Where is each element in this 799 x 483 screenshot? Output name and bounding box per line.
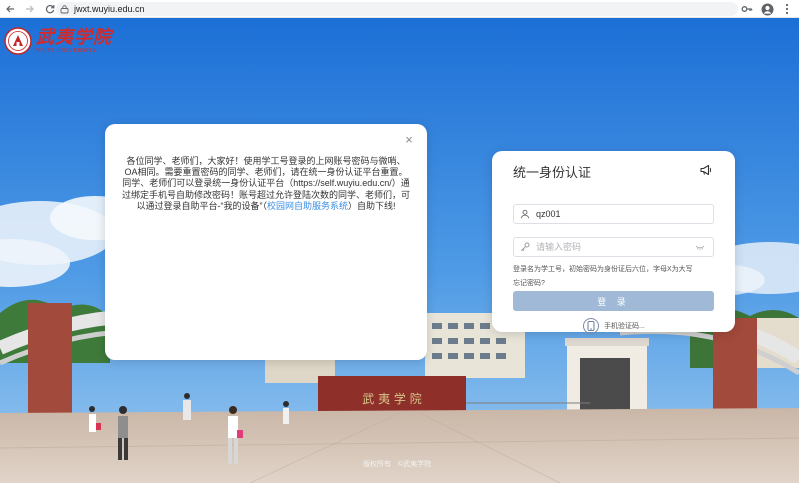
login-button[interactable]: 登 录 [513, 291, 714, 311]
username-value: qz001 [536, 209, 561, 219]
more-menu-icon[interactable] [779, 1, 795, 17]
back-button[interactable] [0, 0, 20, 18]
sms-code-login[interactable]: 手机验证码... [583, 318, 645, 334]
copyright-footer: 版权所有 ©武夷学院 [363, 461, 432, 468]
forgot-password-link[interactable]: 忘记密码? [513, 278, 545, 288]
sms-code-label: 手机验证码... [604, 323, 645, 330]
login-title: 统一身份认证 [513, 165, 592, 180]
user-icon [520, 209, 530, 219]
password-field[interactable] [513, 237, 714, 257]
site-info-icon[interactable] [60, 4, 69, 14]
school-name-en: WUYI UNIVERSITY [36, 47, 98, 54]
svg-text:武 夷 学 院: 武 夷 学 院 [362, 391, 421, 406]
address-bar[interactable]: jwxt.wuyiu.edu.cn [56, 2, 738, 16]
arrow-left-icon [6, 5, 14, 12]
phone-icon [583, 318, 599, 334]
reload-icon [45, 4, 55, 13]
arrow-right-icon [26, 5, 34, 12]
browser-toolbar: jwxt.wuyiu.edu.cn [0, 0, 799, 18]
school-emblem-icon [4, 27, 32, 55]
forward-button[interactable] [20, 0, 40, 18]
announcement-icon[interactable] [700, 164, 713, 176]
notice-text: 各位同学、老师们，大家好！使用学工号登录的上网账号密码与微哨、OA相同。需要重置… [121, 156, 411, 212]
notice-text-tail: ）自助下线! [348, 200, 396, 211]
login-hint: 登录名为学工号，初始密码为身份证后六位，字母X为大写 [513, 266, 693, 273]
campus-network-self-service-link[interactable]: 校园网自助服务系统 [267, 201, 348, 211]
username-field[interactable]: qz001 [513, 204, 714, 224]
profile-icon[interactable] [759, 1, 775, 17]
login-page: 武 夷 学 院 武夷学院 WUYI UNIVERSITY × 各位同学、老师们，… [0, 18, 799, 483]
school-logo: 武夷学院 WUYI UNIVERSITY [4, 27, 112, 55]
school-name-cn: 武夷学院 [36, 26, 112, 48]
login-card: 统一身份认证 qz001 登录名为学工号，初始密码为身份证后六位，字母X为大写 … [492, 151, 735, 334]
url-text: jwxt.wuyiu.edu.cn [74, 4, 145, 14]
key-icon[interactable] [739, 1, 755, 17]
key-icon [520, 242, 530, 252]
notice-dialog: × 各位同学、老师们，大家好！使用学工号登录的上网账号密码与微哨、OA相同。需要… [105, 124, 427, 360]
eye-closed-icon[interactable] [695, 243, 705, 251]
close-icon[interactable]: × [403, 133, 415, 146]
password-input[interactable] [536, 242, 686, 252]
